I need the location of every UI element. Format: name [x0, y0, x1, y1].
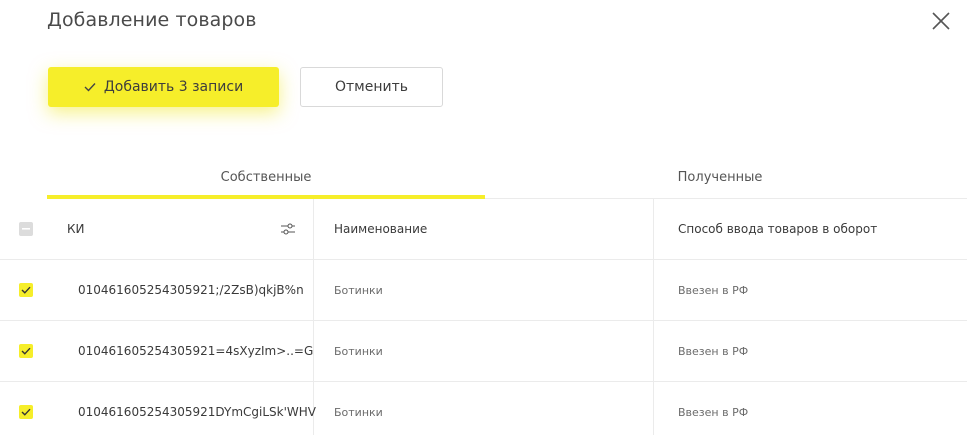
check-icon	[21, 347, 31, 355]
tab-own-label: Собственные	[220, 170, 312, 185]
row-checkbox-cell	[19, 382, 39, 435]
row-checkbox-cell	[19, 321, 39, 381]
add-records-label: Добавить 3 записи	[103, 79, 244, 95]
check-icon	[84, 82, 96, 92]
tab-received[interactable]: Полученные	[485, 156, 955, 199]
check-icon	[21, 408, 31, 416]
table-row[interactable]: 010461605254305921DYmCgiLSk'WHV Ботинки …	[0, 382, 967, 435]
method-cell: Ввезен в РФ	[678, 283, 749, 297]
table-header-row: КИ Наименование Способ ввода товаров в о…	[0, 199, 967, 260]
table-row[interactable]: 010461605254305921=4sXyzIm>..=G Ботинки …	[0, 321, 967, 382]
table-row[interactable]: 010461605254305921;/2ZsB)qkjB%n Ботинки …	[0, 260, 967, 321]
select-all-cell	[19, 199, 39, 259]
close-button[interactable]	[930, 10, 952, 32]
tab-received-label: Полученные	[677, 170, 763, 185]
name-cell: Ботинки	[314, 321, 654, 381]
check-icon	[21, 286, 31, 294]
column-header-ki: КИ	[47, 199, 314, 259]
close-icon[interactable]	[930, 10, 952, 32]
column-header-method: Способ ввода товаров в оборот	[678, 222, 878, 236]
method-cell: Ввезен в РФ	[678, 344, 749, 358]
dialog-title: Добавление товаров	[47, 9, 257, 31]
method-cell: Ввезен в РФ	[678, 405, 749, 419]
ki-cell: 010461605254305921=4sXyzIm>..=G	[47, 321, 314, 381]
filter-icon[interactable]	[281, 223, 295, 235]
tab-own[interactable]: Собственные	[47, 156, 485, 199]
row-checkbox[interactable]	[19, 405, 33, 419]
goods-table: КИ Наименование Способ ввода товаров в о…	[0, 199, 967, 435]
select-all-checkbox[interactable]	[19, 222, 33, 236]
row-checkbox[interactable]	[19, 283, 33, 297]
ki-cell: 010461605254305921DYmCgiLSk'WHV	[47, 382, 316, 435]
add-records-button[interactable]: Добавить 3 записи	[48, 67, 279, 107]
name-cell: Ботинки	[314, 382, 654, 435]
row-checkbox-cell	[19, 260, 39, 320]
column-header-name: Наименование	[314, 199, 654, 259]
row-checkbox[interactable]	[19, 344, 33, 358]
cancel-button[interactable]: Отменить	[300, 67, 443, 107]
ki-cell: 010461605254305921;/2ZsB)qkjB%n	[47, 260, 314, 320]
name-cell: Ботинки	[314, 260, 654, 320]
add-goods-dialog: Добавление товаров Добавить 3 записи Отм…	[0, 0, 967, 435]
tabs-bar: Собственные Полученные	[47, 156, 967, 199]
column-header-ki-label: КИ	[67, 222, 85, 236]
